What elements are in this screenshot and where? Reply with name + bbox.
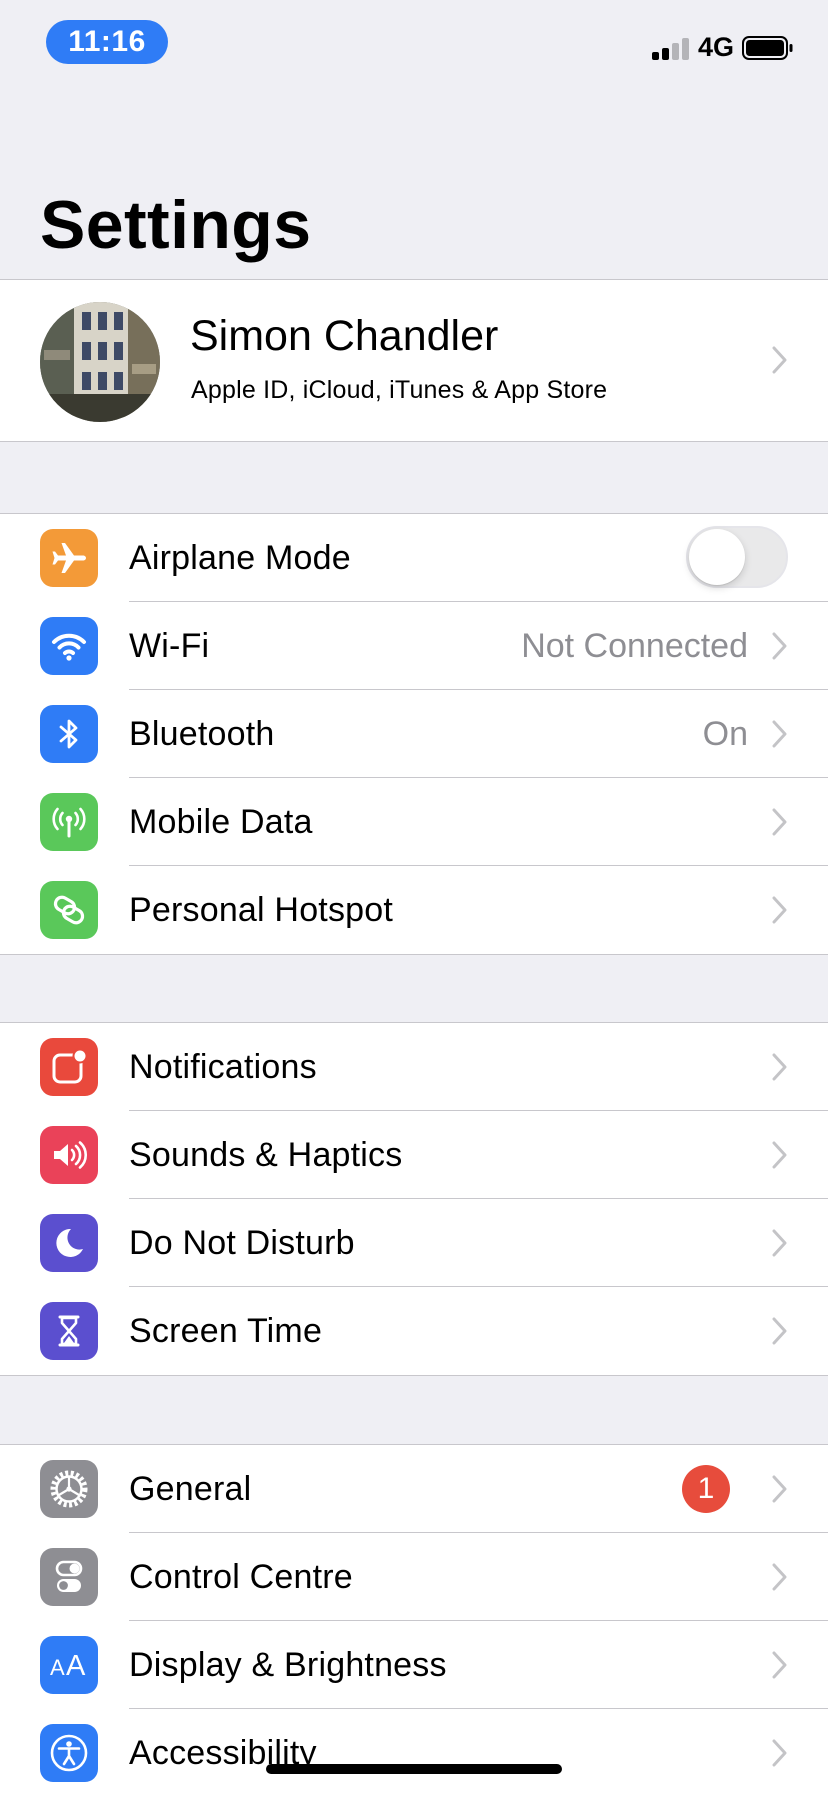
avatar [40,302,160,422]
row-bluetooth[interactable]: Bluetooth On [0,690,828,778]
toggle-knob [689,529,745,585]
chevron-right-icon [772,1475,787,1503]
chevron-right-icon [772,720,787,748]
gear-icon [40,1460,98,1518]
row-general[interactable]: General 1 [0,1445,828,1533]
chevron-right-icon [772,808,787,836]
chevron-right-icon [772,1651,787,1679]
antenna-icon [40,793,98,851]
bluetooth-label: Bluetooth [129,715,275,753]
row-do-not-disturb[interactable]: Do Not Disturb [0,1199,828,1287]
chevron-right-icon [772,346,787,374]
chevron-right-icon [772,1229,787,1257]
airplane-mode-toggle[interactable] [686,526,788,588]
update-badge: 1 [682,1465,730,1513]
battery-icon [742,36,793,60]
row-control-centre[interactable]: Control Centre [0,1533,828,1621]
svg-text:A: A [50,1655,65,1680]
chevron-right-icon [772,1141,787,1169]
row-personal-hotspot[interactable]: Personal Hotspot [0,866,828,954]
row-airplane-mode: Airplane Mode [0,514,828,602]
do-not-disturb-label: Do Not Disturb [129,1224,355,1262]
sounds-haptics-label: Sounds & Haptics [129,1136,403,1174]
row-notifications[interactable]: Notifications [0,1023,828,1111]
switches-icon [40,1548,98,1606]
bluetooth-icon [40,705,98,763]
accessibility-label: Accessibility [129,1734,317,1772]
connectivity-group: Airplane Mode Wi-Fi Not Connected Blueto… [0,513,828,955]
personal-hotspot-label: Personal Hotspot [129,891,394,929]
apple-id-profile-row[interactable]: Simon Chandler Apple ID, iCloud, iTunes … [0,279,828,442]
speaker-icon [40,1126,98,1184]
chevron-right-icon [772,1739,787,1767]
status-time[interactable]: 11:16 [46,20,168,64]
row-sounds-haptics[interactable]: Sounds & Haptics [0,1111,828,1199]
svg-text:A: A [66,1650,86,1682]
wifi-status: Not Connected [521,627,748,665]
text-size-icon: A A [40,1636,98,1694]
airplane-icon [40,529,98,587]
control-centre-label: Control Centre [129,1558,353,1596]
status-bar: 11:16 4G [0,0,828,96]
row-accessibility[interactable]: Accessibility [0,1709,828,1797]
wifi-icon [40,617,98,675]
row-mobile-data[interactable]: Mobile Data [0,778,828,866]
chevron-right-icon [772,632,787,660]
chevron-right-icon [772,1563,787,1591]
bluetooth-status: On [702,715,748,753]
airplane-mode-label: Airplane Mode [129,539,351,577]
page-title: Settings [40,187,312,263]
chevron-right-icon [772,896,787,924]
moon-icon [40,1214,98,1272]
notifications-label: Notifications [129,1048,317,1086]
row-screen-time[interactable]: Screen Time [0,1287,828,1375]
notifications-group: Notifications Sounds & Haptics Do Not Di… [0,1022,828,1376]
home-indicator[interactable] [266,1764,562,1774]
chevron-right-icon [772,1317,787,1345]
hotspot-icon [40,881,98,939]
screen-time-label: Screen Time [129,1312,323,1350]
profile-subtitle: Apple ID, iCloud, iTunes & App Store [191,376,608,404]
display-brightness-label: Display & Brightness [129,1646,447,1684]
profile-name: Simon Chandler [190,312,499,360]
general-label: General [129,1470,252,1508]
network-type: 4G [698,32,735,62]
accessibility-icon [40,1724,98,1782]
general-group: General 1 Control Centre A A Display & B… [0,1444,828,1805]
notifications-icon [40,1038,98,1096]
chevron-right-icon [772,1053,787,1081]
wifi-label: Wi-Fi [129,627,210,665]
row-wifi[interactable]: Wi-Fi Not Connected [0,602,828,690]
signal-strength-icon [652,36,692,60]
row-display-brightness[interactable]: A A Display & Brightness [0,1621,828,1709]
hourglass-icon [40,1302,98,1360]
mobile-data-label: Mobile Data [129,803,313,841]
